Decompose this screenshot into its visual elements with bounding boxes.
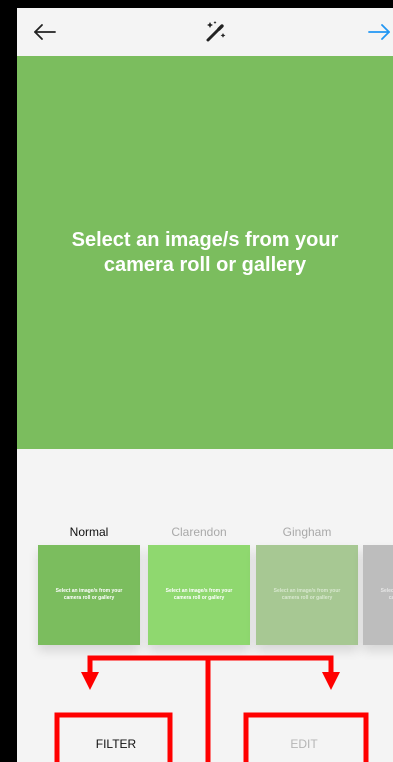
tab-edit[interactable]: EDIT [249,726,359,762]
filter-thumbnail[interactable]: Select an image/s from your camera roll … [38,545,140,645]
app-screen: Select an image/s from your camera roll … [17,8,393,762]
arrow-left-icon[interactable] [31,18,59,46]
top-bar [17,8,393,56]
filter-thumbnail[interactable]: Select an image/s from your camera roll … [148,545,250,645]
thumbnail-text: Select an image/s from your camera roll … [273,588,341,601]
magic-wand-icon[interactable] [201,18,229,46]
filter-label: Gingham [282,525,332,539]
filter-thumbnail[interactable]: Select an image/s from your camera roll … [363,545,393,645]
filter-strip: Normal Select an image/s from your camer… [17,523,393,653]
thumbnail-text: Select an image/s from your camera roll … [55,588,123,601]
filter-gingham[interactable]: Gingham Select an image/s from your came… [256,523,358,645]
filter-label [363,523,393,541]
filter-label: Clarendon [171,525,227,539]
filter-next-partial[interactable]: Select an image/s from your camera roll … [363,523,393,645]
preview-message: Select an image/s from your camera roll … [71,228,339,276]
filter-label: Normal [69,525,109,539]
image-preview[interactable]: Select an image/s from your camera roll … [17,56,393,449]
arrow-right-icon[interactable] [367,18,393,46]
tab-filter[interactable]: FILTER [61,726,171,762]
bottom-tabs: FILTER EDIT [17,708,393,762]
thumbnail-text: Select an image/s from your camera roll … [380,588,393,601]
filter-normal[interactable]: Normal Select an image/s from your camer… [38,523,140,645]
thumbnail-text: Select an image/s from your camera roll … [165,588,233,601]
filter-thumbnail[interactable]: Select an image/s from your camera roll … [256,545,358,645]
filter-clarendon[interactable]: Clarendon Select an image/s from your ca… [148,523,250,645]
